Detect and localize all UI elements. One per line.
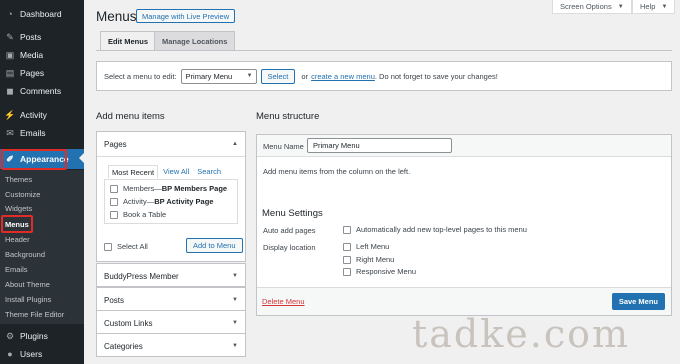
- submenu-background[interactable]: Background: [5, 248, 45, 261]
- save-menu-button[interactable]: Save Menu: [611, 293, 665, 310]
- list-item[interactable]: Activity — BP Activity Page: [110, 197, 213, 206]
- submenu-theme-file-editor[interactable]: Theme File Editor: [5, 308, 64, 321]
- categories-panel[interactable]: Categories ▼: [96, 333, 246, 357]
- chevron-down-icon: ▼: [246, 73, 253, 79]
- checkbox[interactable]: [110, 210, 118, 219]
- checkbox[interactable]: [110, 184, 118, 193]
- checkbox[interactable]: [110, 197, 118, 206]
- email-icon: ✉: [6, 127, 14, 138]
- select-button[interactable]: Select: [260, 68, 296, 84]
- submenu-header[interactable]: Header: [5, 233, 30, 246]
- watermark: tadke.com: [412, 312, 631, 356]
- caret-down-icon: ▼: [617, 3, 624, 10]
- submenu-install-plugins[interactable]: Install Plugins: [5, 293, 51, 306]
- add-to-menu-button[interactable]: Add to Menu: [186, 238, 243, 253]
- triangle-up-icon: ▲: [232, 141, 238, 147]
- triangle-down-icon: ▼: [232, 273, 238, 279]
- submenu-widgets[interactable]: Widgets: [5, 202, 32, 215]
- location-left-menu[interactable]: Left Menu: [343, 242, 389, 251]
- add-items-heading: Add menu items: [96, 111, 165, 122]
- caret-down-icon: ▼: [661, 3, 668, 10]
- pages-panel-header[interactable]: Pages ▲: [97, 132, 245, 156]
- sidebar-item-users[interactable]: ● Users: [0, 345, 84, 363]
- sidebar-item-dashboard[interactable]: ◔ Dashboard: [0, 5, 84, 23]
- location-right-menu[interactable]: Right Menu: [343, 255, 394, 264]
- delete-menu-link[interactable]: Delete Menu: [262, 297, 305, 306]
- pages-list: Members — BP Members Page Activity — BP …: [104, 179, 238, 224]
- dashboard-icon: ◔: [7, 9, 13, 19]
- sidebar-item-comments[interactable]: ◼ Comments: [0, 82, 84, 100]
- activity-icon: ⚡: [4, 109, 16, 120]
- appearance-submenu: Themes Customize Widgets Menus Header Ba…: [0, 170, 84, 324]
- tab-divider: [96, 50, 672, 51]
- highlight-appearance: [1, 149, 67, 170]
- sidebar-item-pages[interactable]: ▤ Pages: [0, 64, 84, 82]
- live-preview-button[interactable]: Manage with Live Preview: [136, 9, 236, 23]
- tab-view-all[interactable]: View All: [160, 165, 192, 178]
- users-icon: ●: [7, 349, 13, 359]
- page-icon: ▤: [5, 67, 15, 78]
- admin-sidebar: ◔ Dashboard ✎ Posts ▣ Media ▤ Pages ◼ Comment…: [0, 0, 84, 364]
- create-menu-link[interactable]: create a new menu: [311, 72, 375, 81]
- list-item[interactable]: Members — BP Members Page: [110, 184, 227, 193]
- location-responsive-menu[interactable]: Responsive Menu: [343, 267, 416, 276]
- plugin-icon: ⚙: [5, 330, 15, 341]
- submenu-customize[interactable]: Customize: [5, 188, 40, 201]
- submenu-emails[interactable]: Emails: [5, 263, 28, 276]
- menu-select-dropdown[interactable]: Primary Menu ▼: [180, 68, 257, 84]
- checkbox[interactable]: [104, 242, 112, 251]
- pages-panel: Pages ▲ Most Recent View All Search Membe…: [96, 131, 246, 262]
- pin-icon: ✎: [6, 31, 14, 42]
- list-item[interactable]: Book a Table: [110, 210, 166, 219]
- custom-links-panel[interactable]: Custom Links ▼: [96, 310, 246, 334]
- triangle-down-icon: ▼: [232, 320, 238, 326]
- menu-select-bar: Select a menu to edit: Primary Menu ▼ Sel…: [96, 61, 672, 91]
- sidebar-item-plugins[interactable]: ⚙ Plugins: [0, 327, 84, 345]
- sidebar-item-media[interactable]: ▣ Media: [0, 46, 84, 64]
- submenu-themes[interactable]: Themes: [5, 173, 32, 186]
- tab-search[interactable]: Search: [194, 165, 224, 178]
- checkbox[interactable]: [343, 267, 351, 276]
- menu-settings-heading: Menu Settings: [262, 208, 323, 219]
- tab-most-recent[interactable]: Most Recent: [108, 165, 159, 178]
- menu-name-bar: Menu Name Primary Menu: [257, 135, 671, 157]
- triangle-down-icon: ▼: [232, 297, 238, 303]
- tab-manage-locations[interactable]: Manage Locations: [154, 31, 236, 50]
- checkbox[interactable]: [343, 255, 351, 264]
- pages-tabs: Most Recent View All Search: [108, 165, 226, 178]
- auto-add-option[interactable]: Automatically add new top-level pages to…: [343, 225, 527, 234]
- page-title: Menus: [96, 9, 137, 24]
- screen-options-button[interactable]: Screen Options ▼: [552, 0, 632, 14]
- checkbox[interactable]: [343, 242, 351, 251]
- comment-icon: ◼: [6, 85, 14, 96]
- triangle-down-icon: ▼: [232, 343, 238, 349]
- checkbox[interactable]: [343, 225, 351, 234]
- highlight-menus: [1, 215, 33, 233]
- help-button[interactable]: Help ▼: [632, 0, 676, 14]
- posts-panel[interactable]: Posts ▼: [96, 287, 246, 311]
- buddypress-member-panel[interactable]: BuddyPress Member ▼: [96, 263, 246, 287]
- tab-edit-menus[interactable]: Edit Menus: [100, 31, 157, 50]
- instructions-text: Add menu items from the column on the le…: [263, 167, 411, 176]
- select-all[interactable]: Select All: [104, 242, 148, 251]
- media-icon: ▣: [5, 49, 15, 60]
- menu-name-input[interactable]: Primary Menu: [307, 138, 452, 153]
- submenu-about-theme[interactable]: About Theme: [5, 278, 50, 291]
- sidebar-item-emails[interactable]: ✉ Emails: [0, 124, 84, 142]
- sidebar-item-activity[interactable]: ⚡ Activity: [0, 106, 84, 124]
- menu-structure-heading: Menu structure: [256, 111, 320, 122]
- menu-structure-panel: Menu Name Primary Menu Add menu items fr…: [256, 134, 672, 316]
- menu-footer-bar: Delete Menu Save Menu: [257, 287, 671, 315]
- sidebar-item-posts[interactable]: ✎ Posts: [0, 28, 84, 46]
